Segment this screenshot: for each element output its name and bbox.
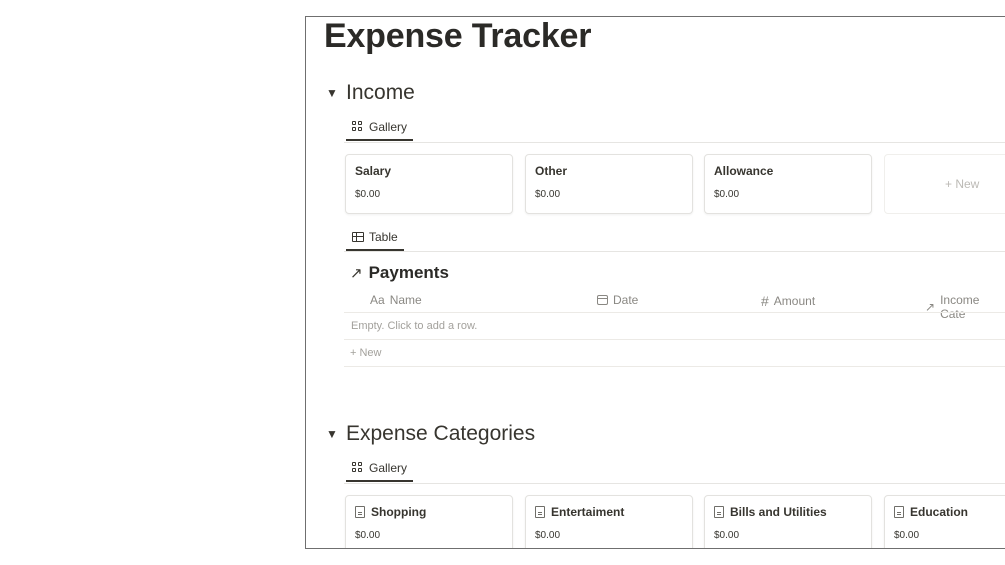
card-value: $0.00 — [535, 189, 561, 200]
expense-card-entertainment[interactable]: Entertaiment $0.00 — [525, 495, 693, 548]
card-value: $0.00 — [355, 530, 381, 541]
page-icon — [714, 506, 724, 518]
number-icon: # — [761, 293, 769, 309]
card-title: Entertaiment — [551, 505, 625, 519]
income-table-tab-label: Table — [369, 230, 398, 244]
card-title: Salary — [355, 164, 392, 178]
income-toggle-icon[interactable]: ▼ — [326, 86, 338, 100]
card-value: $0.00 — [355, 189, 381, 200]
gallery-icon — [352, 121, 364, 133]
expense-heading: Expense Categories — [346, 422, 536, 445]
expense-card-education[interactable]: Education $0.00 — [884, 495, 1005, 548]
column-header-income-category[interactable]: ↗ Income Cate — [925, 293, 1005, 321]
column-header-name[interactable]: Aa Name — [370, 293, 422, 307]
divider — [344, 339, 1005, 340]
income-gallery-tab[interactable]: Gallery — [346, 115, 414, 141]
column-header-label: Date — [613, 293, 639, 307]
text-icon: Aa — [370, 293, 385, 307]
empty-row-placeholder[interactable]: Empty. Click to add a row. — [351, 320, 477, 332]
page-icon — [894, 506, 904, 518]
expense-card-bills-and-utilities[interactable]: Bills and Utilities $0.00 — [704, 495, 872, 548]
divider — [344, 251, 1005, 252]
table-icon — [352, 232, 364, 242]
divider — [344, 142, 1005, 143]
calendar-icon — [597, 295, 608, 305]
income-table-tab[interactable]: Table — [346, 225, 404, 251]
column-header-date[interactable]: Date — [597, 293, 638, 307]
page-content: Expense Tracker ▼ Income Gallery Salary … — [306, 17, 1005, 548]
card-title: Bills and Utilities — [730, 505, 827, 519]
income-gallery-tab-label: Gallery — [369, 120, 408, 134]
payments-title[interactable]: ↗ Payments — [350, 263, 449, 283]
column-header-label: Income Cate — [940, 293, 980, 321]
divider — [344, 483, 1005, 484]
income-card-allowance[interactable]: Allowance $0.00 — [704, 154, 872, 214]
card-title: Shopping — [371, 505, 427, 519]
expense-gallery-tab-label: Gallery — [369, 461, 408, 475]
page-icon — [355, 506, 365, 518]
divider — [344, 366, 1005, 367]
expense-gallery-tab[interactable]: Gallery — [346, 456, 414, 482]
notion-page-frame: Expense Tracker ▼ Income Gallery Salary … — [305, 16, 1005, 549]
card-title: Other — [535, 164, 568, 178]
card-value: $0.00 — [714, 189, 740, 200]
new-row-button[interactable]: + New — [350, 347, 382, 359]
income-card-other[interactable]: Other $0.00 — [525, 154, 693, 214]
column-header-label: Name — [389, 293, 422, 307]
card-value: $0.00 — [714, 530, 740, 541]
column-header-label: Amount — [773, 294, 816, 308]
divider — [344, 312, 1005, 313]
card-title: Allowance — [714, 164, 774, 178]
page-title: Expense Tracker — [324, 17, 592, 55]
income-card-salary[interactable]: Salary $0.00 — [345, 154, 513, 214]
card-value: $0.00 — [894, 530, 920, 541]
income-new-card-button[interactable]: + New — [884, 154, 1005, 214]
card-value: $0.00 — [535, 530, 561, 541]
card-title: Education — [910, 505, 969, 519]
page-icon — [535, 506, 545, 518]
new-card-label: + New — [945, 177, 980, 191]
payments-title-label: Payments — [368, 263, 449, 282]
income-heading: Income — [346, 81, 415, 104]
gallery-icon — [352, 462, 364, 474]
expense-card-shopping[interactable]: Shopping $0.00 — [345, 495, 513, 548]
linked-arrow-icon: ↗ — [350, 265, 363, 282]
column-header-amount[interactable]: # Amount — [761, 293, 815, 309]
expense-toggle-icon[interactable]: ▼ — [326, 427, 338, 441]
